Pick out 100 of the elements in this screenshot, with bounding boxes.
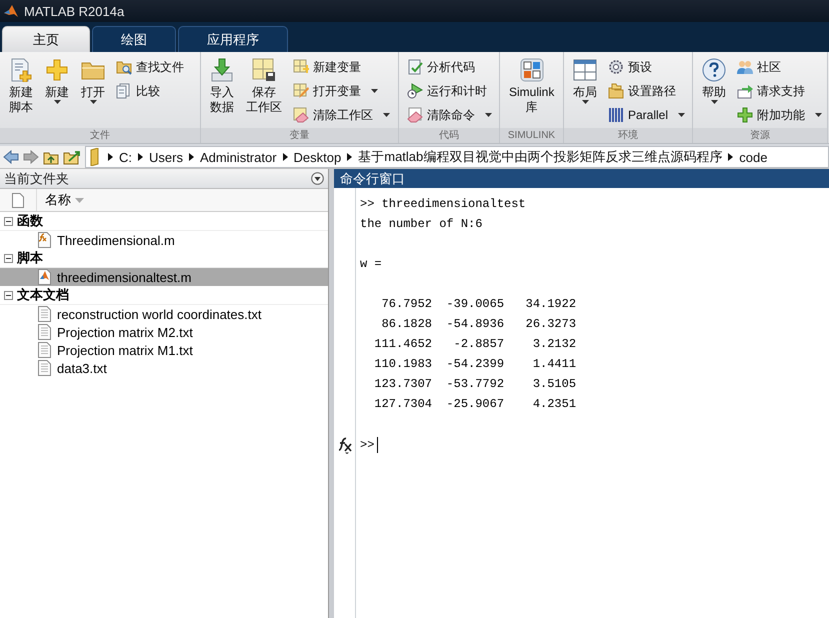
- script-file-icon: [38, 269, 54, 285]
- ribbon-button[interactable]: 社区: [733, 56, 826, 78]
- breadcrumb-arrow-icon: [728, 153, 734, 161]
- ribbon-button[interactable]: 保存 工作区: [241, 56, 287, 128]
- forward-arrow-icon: [23, 150, 39, 164]
- breadcrumb-arrow-icon: [108, 153, 113, 161]
- caret-icon: [383, 113, 390, 117]
- breadcrumb-link[interactable]: 基于matlab编程双目视觉中由两个投影矩阵反求三维点源码程序: [358, 148, 722, 166]
- caret-icon: [815, 113, 822, 117]
- breadcrumb-link[interactable]: C:: [119, 150, 132, 164]
- section-label: 代码: [399, 128, 499, 143]
- ribbon-button[interactable]: 打开: [76, 56, 110, 128]
- file-row[interactable]: Projection matrix M1.txt: [0, 341, 328, 359]
- text-file-icon: [38, 342, 54, 358]
- ribbon-button[interactable]: 清除工作区: [289, 104, 394, 126]
- ribbon-button[interactable]: 帮助: [697, 56, 731, 128]
- clock-play-icon: [407, 83, 423, 99]
- folder-arrow-icon: [63, 149, 81, 165]
- function-file-icon: [38, 232, 54, 248]
- grid-eraser-icon: [293, 107, 309, 123]
- ribbon-button[interactable]: 请求支持: [733, 80, 826, 102]
- matlab-logo-icon: [3, 3, 19, 19]
- breadcrumb-link[interactable]: Desktop: [294, 150, 342, 164]
- blocks-icon: [520, 58, 544, 82]
- text-file-icon: [38, 360, 54, 376]
- file-row[interactable]: Projection matrix M2.txt: [0, 323, 328, 341]
- caret-icon: [371, 89, 378, 93]
- ribbon-button[interactable]: 新建 脚本: [4, 56, 38, 128]
- panel-title: 当前文件夹: [4, 170, 69, 188]
- folders-icon: [608, 83, 624, 99]
- ribbon-button[interactable]: 附加功能: [733, 104, 826, 126]
- ribbon-button[interactable]: 比较: [112, 80, 188, 102]
- ribbon-button[interactable]: 导入 数据: [205, 56, 239, 128]
- ribbon-button[interactable]: 新建: [40, 56, 74, 128]
- envelope-arrow-icon: [737, 83, 753, 99]
- grid-plus-icon: [293, 59, 309, 75]
- text-file-icon: [38, 306, 54, 322]
- matrix-row-text: 110.1983 -54.2399 1.4411: [373, 356, 578, 373]
- breadcrumb-link[interactable]: Administrator: [200, 150, 277, 164]
- file-row[interactable]: threedimensionaltest.m: [0, 268, 328, 286]
- breadcrumb-arrow-icon: [347, 153, 352, 161]
- ribbon-button[interactable]: 新建变量: [289, 56, 394, 78]
- breadcrumb-arrow-icon: [188, 153, 194, 161]
- caret-icon: [54, 100, 60, 104]
- ribbon-button[interactable]: Simulink 库: [504, 56, 560, 128]
- eraser-icon: [407, 107, 423, 123]
- sort-caret-icon: [75, 198, 84, 202]
- caret-icon: [485, 113, 492, 117]
- help-icon: [702, 58, 726, 82]
- group-label: 函数: [17, 212, 43, 230]
- document-plus-icon: [9, 58, 33, 82]
- group-label: 脚本: [17, 249, 43, 267]
- matrix-row-text: 111.4652 -2.8857 3.2132: [373, 336, 578, 353]
- ribbon-button[interactable]: 运行和计时: [403, 80, 496, 102]
- ribbon-tab[interactable]: 应用程序: [178, 26, 288, 52]
- people-icon: [737, 59, 753, 75]
- checklist-icon: [407, 59, 423, 75]
- console-line: >> threedimensionaltest: [360, 196, 527, 213]
- bars-icon: [608, 107, 624, 123]
- file-row[interactable]: reconstruction world coordinates.txt: [0, 305, 328, 323]
- ribbon-button[interactable]: 打开变量: [289, 80, 394, 102]
- layout-icon: [573, 58, 597, 82]
- ribbon-button[interactable]: 设置路径: [604, 80, 690, 102]
- section-label: 变量: [201, 128, 398, 143]
- ribbon-button[interactable]: 预设: [604, 56, 690, 78]
- section-label: 环境: [564, 128, 692, 143]
- plus-icon: [45, 58, 69, 82]
- breadcrumb-arrow-icon: [138, 153, 143, 161]
- window-title: MATLAB R2014a: [24, 4, 124, 18]
- column-header[interactable]: 名称: [45, 191, 71, 209]
- matrix-row-text: 86.1828 -54.8936 26.3273: [380, 316, 578, 333]
- console-line: the number of N:6: [360, 216, 484, 233]
- folder-search-icon: [116, 59, 132, 75]
- breadcrumb-link[interactable]: code: [739, 150, 768, 164]
- breadcrumb-arrow-icon: [282, 153, 288, 161]
- menu-caret-icon: [311, 172, 324, 185]
- ribbon-button[interactable]: 分析代码: [403, 56, 496, 78]
- text-file-icon: [38, 324, 54, 340]
- ribbon-button[interactable]: 布局: [568, 56, 602, 128]
- section-label: SIMULINK: [500, 128, 563, 143]
- section-label: 资源: [693, 128, 827, 143]
- matrix-row-text: 127.7304 -25.9067 4.2351: [373, 396, 578, 413]
- ribbon-button[interactable]: Parallel: [604, 104, 690, 126]
- group-label: 文本文档: [17, 286, 69, 304]
- caret-icon: [90, 100, 96, 104]
- ribbon-button[interactable]: 查找文件: [112, 56, 188, 78]
- ribbon-tab[interactable]: 主页: [2, 26, 90, 52]
- ribbon-button[interactable]: 清除命令: [403, 104, 496, 126]
- back-arrow-icon: [3, 150, 19, 164]
- console-line: w =: [360, 256, 383, 273]
- section-label: 文件: [0, 128, 200, 143]
- caret-icon: [582, 100, 588, 104]
- ribbon-tab[interactable]: 绘图: [92, 26, 176, 52]
- document-icon: [12, 192, 24, 208]
- caret-icon: [710, 100, 718, 104]
- breadcrumb-link[interactable]: Users: [149, 150, 183, 164]
- file-row[interactable]: Threedimensional.m: [0, 231, 328, 249]
- file-row[interactable]: data3.txt: [0, 359, 328, 377]
- grid-disk-icon: [252, 58, 276, 82]
- caret-icon: [678, 113, 686, 117]
